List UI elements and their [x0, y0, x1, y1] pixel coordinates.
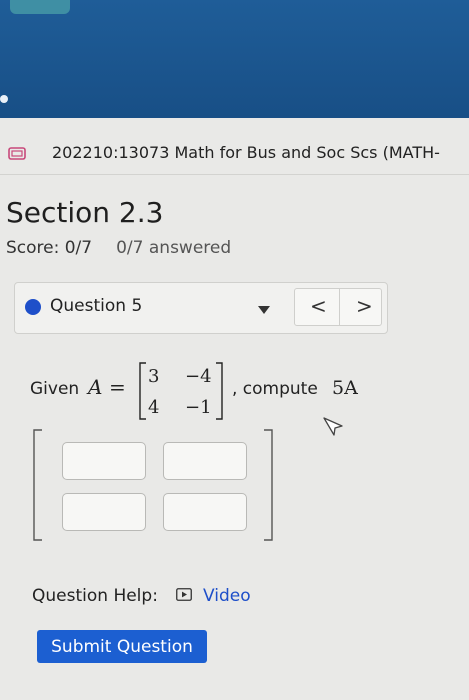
app-header-band [0, 0, 469, 118]
matrix-cell-r2c2: −1 [185, 397, 212, 418]
submit-question-button[interactable]: Submit Question [37, 630, 207, 663]
header-corner-tab [10, 0, 70, 14]
answered-count: 0/7 answered [116, 238, 232, 258]
mouse-pointer-icon [323, 417, 343, 436]
given-label: Given [30, 379, 80, 399]
answer-input-r1c2[interactable] [163, 442, 247, 480]
compute-label: , compute [232, 379, 318, 399]
header-indicator-dot [0, 95, 8, 103]
matrix-cell-r2c1: 4 [148, 397, 160, 418]
chevron-down-icon[interactable] [258, 306, 270, 314]
next-question-button[interactable]: > [356, 294, 373, 318]
answer-input-r1c1[interactable] [62, 442, 146, 480]
section-title: Section 2.3 [6, 196, 164, 229]
question-help-label: Question Help: [32, 586, 158, 606]
video-help-link[interactable]: Video [203, 586, 251, 606]
course-title[interactable]: 202210:13073 Math for Bus and Soc Scs (M… [52, 143, 440, 162]
score-line: Score: 0/7 0/7 answered [6, 238, 231, 258]
score-text: Score: 0/7 [6, 238, 93, 258]
equals-sign: = [109, 375, 126, 399]
nav-divider [339, 289, 340, 325]
compute-expression: 5A [332, 377, 358, 399]
answer-input-r2c1[interactable] [62, 493, 146, 531]
matrix-variable: A [88, 375, 103, 399]
question-label[interactable]: Question 5 [50, 296, 142, 316]
matrix-cell-r1c2: −4 [185, 366, 212, 387]
course-icon [8, 147, 26, 160]
question-status-dot [25, 299, 41, 315]
video-play-icon[interactable] [176, 588, 192, 601]
answer-input-r2c2[interactable] [163, 493, 247, 531]
previous-question-button[interactable]: < [310, 294, 327, 318]
matrix-cell-r1c1: 3 [148, 366, 160, 387]
